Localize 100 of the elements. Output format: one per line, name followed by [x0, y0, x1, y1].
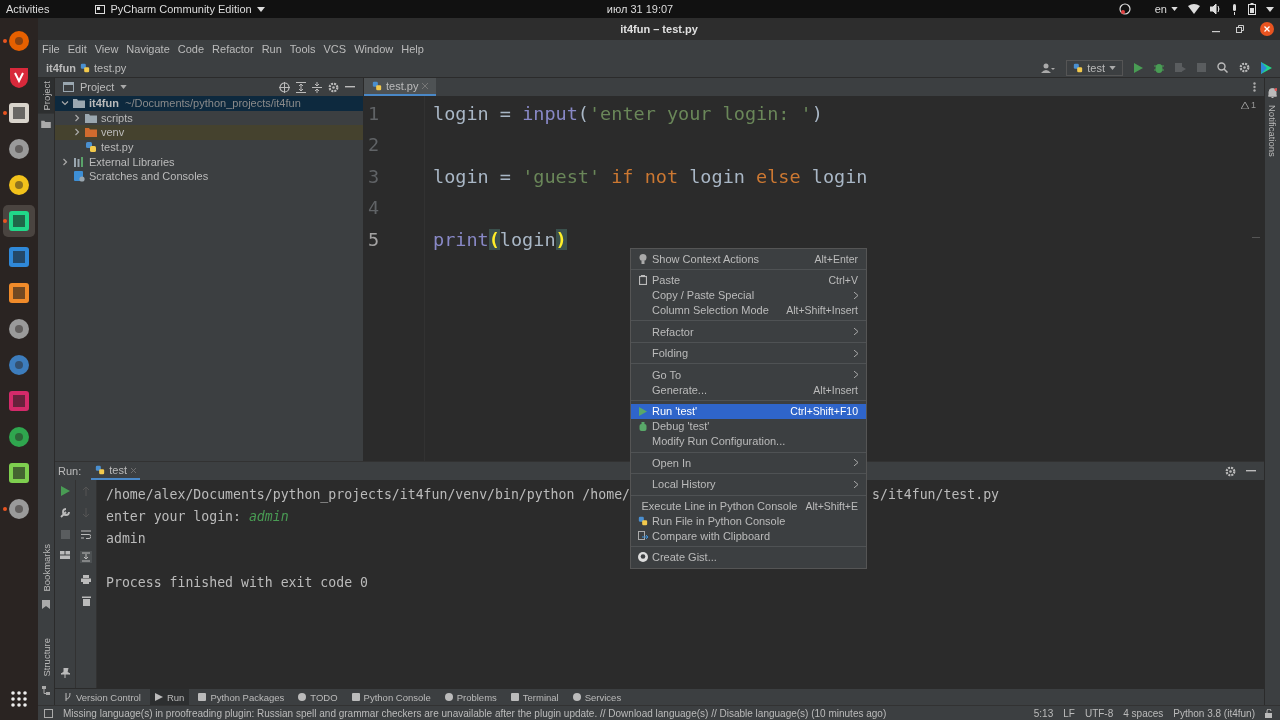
menu-item[interactable]: File — [42, 43, 60, 55]
dock-item[interactable] — [3, 205, 35, 237]
tree-item[interactable]: Scratches and Consoles — [55, 168, 363, 184]
record-icon[interactable] — [1118, 3, 1131, 15]
menu-item[interactable]: Go To — [631, 367, 866, 383]
wifi-icon[interactable] — [1188, 4, 1200, 14]
printer-icon[interactable] — [81, 575, 91, 584]
bookmarks-tool-tab[interactable]: Bookmarks — [40, 540, 52, 595]
menu-item[interactable]: Execute Line in Python Console Alt+Shift+E — [631, 498, 866, 514]
app-grid-icon[interactable] — [10, 690, 28, 708]
menu-item[interactable]: Folding — [631, 345, 866, 361]
triangle-logo-icon[interactable] — [1261, 61, 1272, 74]
bug-icon[interactable] — [1154, 62, 1164, 73]
editor-tab[interactable]: test.py — [364, 78, 437, 96]
crosshair-icon[interactable] — [279, 81, 290, 93]
run-icon[interactable] — [1134, 62, 1143, 73]
menu-item[interactable]: Copy / Paste Special — [631, 287, 866, 303]
chevron-down-icon[interactable] — [61, 99, 69, 108]
breadcrumb-item[interactable]: it4fun — [46, 61, 76, 74]
status-item[interactable]: LF — [1063, 707, 1075, 719]
chevron-right-icon[interactable] — [61, 157, 69, 166]
console-tab[interactable]: test — [91, 462, 140, 480]
menu-item[interactable]: Run 'test' Ctrl+Shift+F10 — [631, 403, 866, 419]
expand-all-icon[interactable] — [296, 81, 306, 93]
menu-item[interactable]: Navigate — [126, 43, 170, 55]
trash-icon[interactable] — [81, 596, 91, 606]
tool-window-tab[interactable]: Services — [567, 689, 627, 705]
tool-window-tab[interactable]: Python Console — [346, 689, 436, 705]
wrench-icon[interactable] — [60, 508, 70, 518]
lock-icon[interactable] — [1265, 708, 1274, 718]
notifications-tool-tab[interactable]: Notifications — [1267, 102, 1278, 160]
settings-icon[interactable] — [1239, 62, 1250, 73]
warning-count[interactable]: 1 — [1241, 100, 1256, 110]
menu-item[interactable]: Create Gist... — [631, 549, 866, 565]
menu-item[interactable]: View — [94, 43, 119, 55]
tool-window-tab[interactable]: Terminal — [505, 689, 564, 705]
microphone-icon[interactable] — [1231, 3, 1238, 15]
scroll-to-end-icon[interactable] — [80, 551, 92, 563]
settings-icon[interactable] — [1225, 465, 1236, 477]
menu-item[interactable]: Refactor — [631, 324, 866, 340]
bell-icon[interactable] — [1268, 88, 1277, 98]
menu-item[interactable]: Tools — [289, 43, 316, 55]
chevron-right-icon[interactable] — [73, 128, 81, 137]
project-view-dropdown[interactable]: Project — [80, 81, 115, 93]
layout-icon[interactable] — [60, 551, 70, 559]
structure-icon[interactable] — [42, 686, 50, 695]
menu-item[interactable]: VCS — [323, 43, 347, 55]
collapse-all-icon[interactable] — [312, 81, 322, 93]
menu-item[interactable]: Run — [261, 43, 282, 55]
menu-item[interactable]: Edit — [67, 43, 87, 55]
menu-item[interactable]: Paste Ctrl+V — [631, 272, 866, 288]
folder-icon[interactable] — [41, 119, 51, 128]
menu-item[interactable]: Open In — [631, 455, 866, 471]
tool-window-tab[interactable]: Run — [149, 689, 190, 705]
menu-item[interactable]: Local History — [631, 476, 866, 492]
breadcrumb-item[interactable]: test.py — [93, 61, 127, 74]
structure-tool-tab[interactable]: Structure — [40, 635, 52, 680]
menu-item[interactable]: Show Context Actions Alt+Enter — [631, 251, 866, 267]
battery-icon[interactable] — [1248, 3, 1256, 15]
tool-window-tab[interactable]: Python Packages — [193, 689, 290, 705]
language-menu[interactable]: en — [1154, 3, 1167, 15]
project-tool-tab[interactable]: Project — [38, 78, 54, 114]
tree-item[interactable]: it4fun ~/Documents/python_projects/it4fun — [55, 96, 363, 111]
bookmark-icon[interactable] — [42, 600, 50, 610]
run-config-dropdown[interactable]: test — [1066, 59, 1123, 76]
clock[interactable]: июл 31 19:07 — [606, 3, 674, 15]
user-icon[interactable] — [1041, 62, 1056, 73]
restore-icon[interactable] — [1236, 25, 1244, 33]
more-icon[interactable] — [1253, 82, 1256, 92]
search-icon[interactable] — [1217, 62, 1228, 73]
chevron-right-icon[interactable] — [73, 113, 81, 122]
menu-item[interactable]: Code — [177, 43, 205, 55]
menu-item[interactable]: Debug 'test' — [631, 418, 866, 434]
message-icon[interactable] — [44, 708, 53, 718]
app-menu[interactable]: PyCharm Community Edition — [95, 3, 265, 15]
status-item[interactable]: 5:13 — [1033, 707, 1054, 719]
menu-item[interactable]: Generate... Alt+Insert — [631, 382, 866, 398]
menu-item[interactable]: Column Selection Mode Alt+Shift+Insert — [631, 302, 866, 318]
caret-icon[interactable] — [1266, 6, 1274, 12]
tool-window-tab[interactable]: Version Control — [59, 689, 146, 705]
menu-item[interactable]: Help — [401, 43, 424, 55]
close-icon[interactable] — [1260, 22, 1274, 36]
status-item[interactable]: Python 3.8 (it4fun) — [1173, 707, 1255, 719]
menu-item[interactable]: Modify Run Configuration... — [631, 433, 866, 449]
tree-item[interactable]: External Libraries — [55, 154, 363, 169]
status-item[interactable]: UTF-8 — [1084, 707, 1114, 719]
menu-item[interactable]: Run File in Python Console — [631, 513, 866, 529]
wrap-icon[interactable] — [81, 530, 91, 539]
tree-item[interactable]: scripts — [55, 110, 363, 126]
status-message[interactable]: Missing language(s) in proofreading plugin: Russian spell and grammar checkers are unavailable after the plugin update. // Download language(s) // Disable language(s) (10 minutes ago) — [63, 707, 887, 719]
activities-button[interactable]: Activities — [6, 3, 50, 15]
status-item[interactable]: 4 spaces — [1123, 707, 1164, 719]
tool-window-tab[interactable]: TODO — [293, 689, 343, 705]
menu-item[interactable]: Window — [354, 43, 394, 55]
tool-window-tab[interactable]: Problems — [439, 689, 502, 705]
menu-item[interactable]: Compare with Clipboard — [631, 528, 866, 544]
tree-item[interactable]: venv — [55, 125, 363, 140]
tree-item[interactable]: test.py — [55, 139, 363, 155]
pin-icon[interactable] — [60, 668, 70, 678]
rerun-icon[interactable] — [60, 486, 70, 496]
